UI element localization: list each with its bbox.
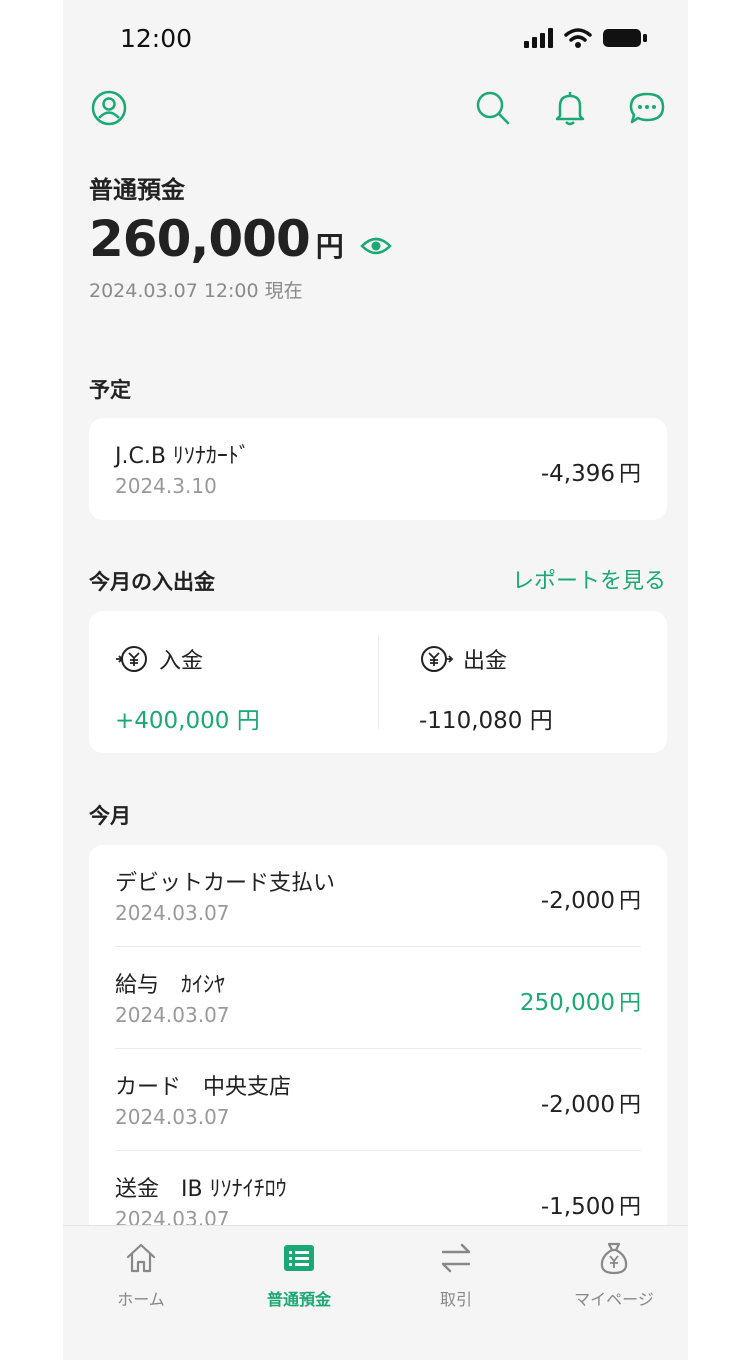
tab-label: ホーム: [117, 1290, 165, 1309]
search-icon[interactable]: [473, 88, 513, 128]
tab-bar: ホーム 普通預金 取引 マイページ: [63, 1225, 688, 1360]
deposit-amount-value: +400,000: [115, 708, 230, 734]
transfer-icon: [441, 1243, 471, 1273]
deposit-icon: [116, 646, 147, 672]
txn-amount-unit: 円: [618, 889, 641, 914]
this-month-title: 今月: [89, 804, 131, 828]
txn-name: 給与 ｶｲｼﾔ: [115, 973, 226, 998]
list-icon: [284, 1245, 314, 1271]
scheduled-item[interactable]: J.C.B ﾘｿﾅｶｰﾄﾞ 2024.3.10 -4,396 円: [89, 418, 667, 520]
money-bag-icon: [600, 1242, 628, 1275]
txn-amount-value: 250,000: [519, 990, 615, 1016]
tab-home[interactable]: ホーム: [81, 1240, 201, 1310]
txn-name: J.C.B ﾘｿﾅｶｰﾄﾞ: [115, 444, 250, 469]
battery-icon: [603, 29, 647, 47]
withdrawal-amount-value: -110,080: [419, 708, 523, 734]
txn-amount: -4,396 円: [541, 456, 641, 488]
tab-mypage[interactable]: マイページ: [554, 1240, 674, 1310]
transactions-card: デビットカード支払い 2024.03.07 -2,000 円 給与 ｶｲｼﾔ 20…: [89, 845, 667, 1265]
account-title: 普通預金: [89, 176, 185, 204]
txn-amount-value: -1,500: [540, 1194, 615, 1220]
monthly-flow-card: 入金 +400,000 円 出金 -110,080 円: [89, 611, 667, 753]
deposit-label: 入金: [115, 643, 203, 675]
header: [63, 88, 688, 132]
txn-date: 2024.03.07: [115, 901, 230, 925]
txn-amount: 250,000 円: [520, 985, 641, 1017]
txn-amount-value: -4,396: [540, 461, 615, 487]
txn-name: カード 中央支店: [115, 1075, 292, 1100]
tab-label: 普通預金: [266, 1290, 331, 1309]
balance-amount: 260,000: [89, 210, 311, 268]
balance-timestamp: 2024.03.07 12:00 現在: [89, 280, 303, 302]
wifi-icon: [564, 28, 592, 48]
profile-icon[interactable]: [89, 88, 129, 128]
transaction-row[interactable]: 給与 ｶｲｼﾔ 2024.03.07 250,000 円: [89, 947, 667, 1049]
chat-icon[interactable]: [627, 88, 667, 128]
tab-label: マイページ: [574, 1290, 654, 1309]
tab-savings[interactable]: 普通預金: [239, 1240, 359, 1310]
txn-name: 送金 IB ﾘｿﾅｲﾁﾛｳ: [115, 1177, 287, 1202]
transaction-row[interactable]: カード 中央支店 2024.03.07 -2,000 円: [89, 1049, 667, 1151]
balance-row: 260,000 円: [89, 210, 392, 268]
status-time: 12:00: [120, 24, 193, 53]
txn-name: デビットカード支払い: [115, 871, 336, 896]
txn-amount-value: -2,000: [540, 1092, 615, 1118]
txn-date: 2024.3.10: [115, 474, 217, 498]
txn-amount-value: -2,000: [540, 888, 615, 914]
deposit-label-text: 入金: [159, 649, 204, 674]
status-icons: [524, 28, 648, 48]
signal-icon: [524, 28, 553, 48]
phone-screen: 12:00 普通預金 260,000 円 2024.03.07 12:00 現在…: [63, 0, 688, 1360]
deposit-amount-unit: 円: [236, 708, 260, 734]
tab-label: 取引: [439, 1290, 472, 1309]
txn-amount: -2,000 円: [541, 1087, 641, 1119]
withdrawal-label: 出金: [419, 643, 507, 675]
txn-amount-unit: 円: [618, 1093, 641, 1118]
home-icon: [126, 1243, 156, 1273]
txn-date: 2024.03.07: [115, 1003, 230, 1027]
withdrawal-column[interactable]: 出金 -110,080 円: [379, 611, 667, 753]
eye-icon[interactable]: [359, 234, 392, 258]
txn-amount: -1,500 円: [541, 1189, 641, 1221]
monthly-flow-title: 今月の入出金: [89, 570, 215, 594]
balance-unit: 円: [315, 230, 344, 263]
txn-amount-unit: 円: [618, 462, 641, 487]
transaction-row[interactable]: デビットカード支払い 2024.03.07 -2,000 円: [89, 845, 667, 947]
withdrawal-icon: [421, 646, 453, 672]
withdrawal-amount-unit: 円: [529, 708, 553, 734]
bell-icon[interactable]: [550, 88, 590, 128]
txn-amount: -2,000 円: [541, 883, 641, 915]
status-bar: 12:00: [63, 0, 688, 80]
txn-amount-unit: 円: [618, 991, 641, 1016]
scheduled-title: 予定: [89, 378, 131, 402]
deposit-column[interactable]: 入金 +400,000 円: [89, 611, 378, 753]
deposit-amount: +400,000 円: [115, 701, 260, 735]
report-link[interactable]: レポートを見る: [512, 563, 666, 595]
scheduled-card: J.C.B ﾘｿﾅｶｰﾄﾞ 2024.3.10 -4,396 円: [89, 418, 667, 520]
withdrawal-label-text: 出金: [463, 649, 508, 674]
withdrawal-amount: -110,080 円: [419, 701, 553, 735]
tab-transactions[interactable]: 取引: [396, 1240, 516, 1310]
txn-amount-unit: 円: [618, 1195, 641, 1220]
txn-date: 2024.03.07: [115, 1105, 230, 1129]
